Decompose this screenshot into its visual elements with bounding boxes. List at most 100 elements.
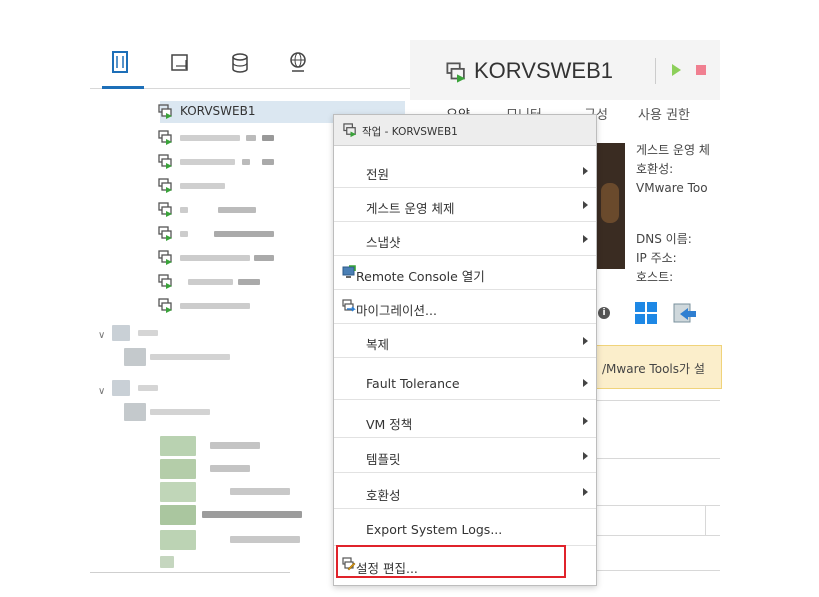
divider [595,458,720,459]
redacted-name [262,159,274,165]
redacted-icon [112,380,130,396]
vm-powered-on-icon [158,104,172,119]
hosts-clusters-tab[interactable] [102,50,144,89]
vm-templates-icon [171,54,188,71]
redacted-name [238,279,260,285]
vms-templates-tab[interactable] [170,50,196,80]
tree-item-label: KORVSWEB1 [180,104,256,118]
vm-powered-on-icon [158,130,172,145]
menu-item-label: 마이그레이션... [356,303,437,318]
redacted-icon [160,436,196,456]
redacted-name [180,303,250,309]
console-thumbnail[interactable] [595,143,625,269]
vm-powered-on-icon [158,250,172,265]
menu-item-snapshots[interactable]: 스냅샷 [334,221,596,256]
redacted-name [180,159,235,165]
database-icon [232,53,248,73]
redacted-name [230,536,300,543]
globe-icon [290,52,306,72]
tools-warning-banner: /Mware Tools가 설 [595,345,722,389]
redacted-name [218,207,256,213]
vm-powered-on-icon [158,154,172,169]
menu-item-label: 스냅샷 [366,235,401,250]
compatibility-label: 호환성: [636,162,674,176]
submenu-arrow-icon [583,235,588,243]
menu-item-label: Fault Tolerance [366,376,460,391]
redacted-icon [124,403,146,421]
power-off-icon[interactable] [696,65,706,75]
tab-permissions[interactable]: 사용 권한 [638,104,690,123]
redacted-icon [160,459,196,479]
storage-tab[interactable] [230,50,256,80]
redacted-name [254,255,274,261]
menu-item-label: 게스트 운영 체제 [366,201,455,216]
redacted-icon [160,505,196,525]
tools-warning-text: /Mware Tools가 설 [602,362,705,376]
redacted-name [246,135,256,141]
menu-item-remote-console[interactable]: Remote Console 열기 [334,255,596,290]
divider [705,505,706,535]
menu-item-fault-tolerance[interactable]: Fault Tolerance [334,365,596,400]
redacted-icon [112,325,130,341]
redacted-name [214,231,274,237]
redacted-name [262,135,274,141]
submenu-arrow-icon [583,379,588,387]
redacted-name [180,255,250,261]
vmware-tools-icon [673,303,696,323]
redacted-name [210,465,250,472]
ip-address-label: IP 주소: [636,251,677,265]
info-icon[interactable]: i [598,307,610,319]
networking-tab[interactable] [288,50,314,80]
menu-item-label: 전원 [366,167,390,182]
vm-powered-on-icon [446,62,466,83]
redacted-name [180,231,188,237]
divider [595,570,720,571]
redacted-name [188,279,233,285]
windows-icon [635,302,657,324]
redacted-icon [160,482,196,502]
redacted-name [180,207,188,213]
menu-item-label: 호환성 [366,488,401,503]
menu-item-clone[interactable]: 복제 [334,323,596,358]
redacted-name [230,488,290,495]
submenu-arrow-icon [583,167,588,175]
submenu-arrow-icon [583,337,588,345]
menu-item-vm-policies[interactable]: VM 정책 [334,403,596,438]
menu-item-label: Remote Console 열기 [356,269,485,284]
menu-item-compatibility[interactable]: 호환성 [334,474,596,509]
scrollbar-track[interactable] [90,572,290,573]
vm-actions-context-menu: 작업 - KORVSWEB1 전원 게스트 운영 체제 스냅샷 Remote C… [333,114,597,586]
menu-item-guest-os[interactable]: 게스트 운영 체제 [334,187,596,222]
divider [595,535,720,536]
vm-powered-on-icon [158,226,172,241]
divider [595,505,720,506]
menu-item-template[interactable]: 템플릿 [334,438,596,473]
vm-powered-on-icon [343,123,357,138]
menu-item-migrate[interactable]: 마이그레이션... [334,289,596,324]
migrate-icon [342,299,356,312]
redacted-name [138,385,158,391]
vm-title: KORVSWEB1 [474,58,613,83]
vmware-tools-label: VMware Too [636,181,708,195]
remote-console-icon [342,265,356,278]
vm-powered-on-icon [158,178,172,193]
menu-item-power[interactable]: 전원 [334,153,596,188]
highlight-annotation-box [336,545,566,578]
summary-info: 게스트 운영 체 호환성: VMware Too [636,141,710,198]
power-on-icon[interactable] [672,64,681,76]
submenu-arrow-icon [583,488,588,496]
menu-item-label: VM 정책 [366,417,413,432]
redacted-icon [160,530,196,550]
menu-item-label: 템플릿 [366,452,401,467]
redacted-name [150,409,210,415]
chevron-down-icon[interactable]: ∨ [98,330,105,341]
chevron-down-icon[interactable]: ∨ [98,386,105,397]
redacted-name [180,183,225,189]
submenu-arrow-icon [583,452,588,460]
menu-item-export-system-logs[interactable]: Export System Logs... [334,511,596,546]
divider [595,400,720,401]
vm-powered-on-icon [158,202,172,217]
redacted-name [242,159,250,165]
submenu-arrow-icon [583,417,588,425]
summary-network-info: DNS 이름: IP 주소: 호스트: [636,230,692,287]
